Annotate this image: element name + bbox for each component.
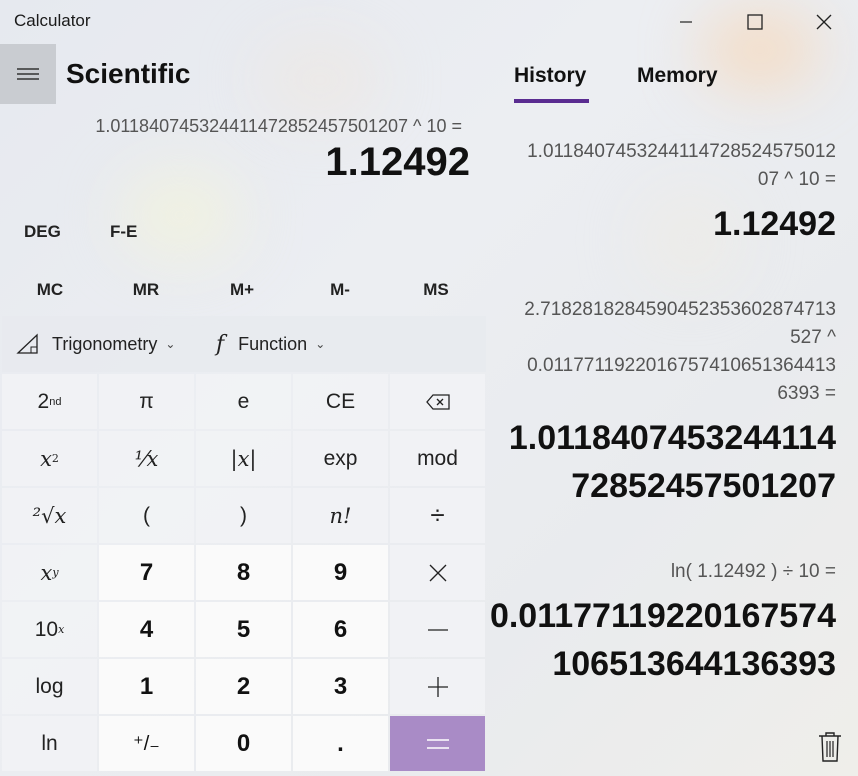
maximize-button[interactable]: [721, 0, 789, 44]
chevron-down-icon: ⌄: [315, 337, 326, 351]
digit-6-button[interactable]: 6: [293, 602, 388, 657]
history-expression-line: 07 ^ 10 =: [757, 169, 836, 190]
backspace-icon: [425, 393, 450, 410]
memory-add-button[interactable]: M+: [194, 266, 290, 314]
memory-clear-button[interactable]: MC: [2, 266, 98, 314]
digit-8-button[interactable]: 8: [196, 545, 291, 600]
digit-5-button[interactable]: 5: [196, 602, 291, 657]
history-expression-line: ln( 1.12492 ) ÷ 10 =: [670, 561, 836, 582]
ten-power-button[interactable]: 10 x: [2, 602, 97, 657]
history-result-line: 106513644136393: [552, 645, 836, 683]
digit-9-button[interactable]: 9: [293, 545, 388, 600]
history-result-line: 1.12492: [713, 205, 836, 243]
digit-1-button[interactable]: 1: [99, 659, 194, 714]
history-expression-line: 1.0118407453244114728524575012: [527, 141, 836, 162]
digit-7-button[interactable]: 7: [99, 545, 194, 600]
multiply-button[interactable]: [390, 545, 485, 600]
history-expression-line: 2.7182818284590452353602874713: [524, 299, 836, 320]
history-expression-line: 0.0117711922016757410651364413: [527, 355, 836, 376]
maximize-icon: [747, 14, 763, 30]
close-paren-button[interactable]: ): [196, 488, 291, 543]
result-display: 1.12492: [325, 140, 470, 184]
history-result-line: 1.0118407453244114: [508, 419, 836, 457]
function-dropdown[interactable]: f Function ⌄: [216, 316, 325, 372]
memory-subtract-button[interactable]: M-: [292, 266, 388, 314]
square-button[interactable]: x2: [2, 431, 97, 486]
add-button[interactable]: [390, 659, 485, 714]
expression-display: 1.0118407453244114728524575012​07 ^ 10 =: [95, 116, 462, 136]
triangle-icon: [16, 333, 38, 354]
plus-icon: [427, 676, 448, 697]
divide-button[interactable]: ÷: [390, 488, 485, 543]
close-icon: [816, 14, 832, 30]
backspace-button[interactable]: [390, 374, 485, 429]
open-paren-button[interactable]: (: [99, 488, 194, 543]
euler-button[interactable]: e: [196, 374, 291, 429]
hamburger-icon: [17, 68, 39, 80]
trigonometry-dropdown[interactable]: Trigonometry ⌄: [16, 316, 175, 372]
trigonometry-label: Trigonometry: [52, 333, 158, 354]
tab-memory[interactable]: Memory: [637, 64, 718, 88]
equals-button[interactable]: [390, 716, 485, 771]
exp-button[interactable]: exp: [293, 431, 388, 486]
title-bar: Calculator: [0, 0, 858, 44]
decimal-button[interactable]: .: [293, 716, 388, 771]
mod-button[interactable]: mod: [390, 431, 485, 486]
close-button[interactable]: [790, 0, 858, 44]
digit-2-button[interactable]: 2: [196, 659, 291, 714]
function-icon: f: [216, 331, 225, 357]
active-tab-indicator: [514, 99, 589, 103]
app-title: Calculator: [14, 11, 91, 30]
log-button[interactable]: log: [2, 659, 97, 714]
equals-icon: [426, 738, 449, 749]
digit-3-button[interactable]: 3: [293, 659, 388, 714]
navigation-menu-button[interactable]: [0, 44, 56, 104]
second-function-button[interactable]: 2nd: [2, 374, 97, 429]
fe-button[interactable]: F-E: [110, 222, 137, 242]
clear-entry-button[interactable]: CE: [293, 374, 388, 429]
digit-0-button[interactable]: 0: [196, 716, 291, 771]
power-button[interactable]: xy: [2, 545, 97, 600]
memory-recall-button[interactable]: MR: [98, 266, 194, 314]
minimize-button[interactable]: [652, 0, 720, 44]
history-result-line: 0.0117711922016757​4: [489, 597, 836, 635]
tab-history[interactable]: History: [514, 64, 586, 88]
function-bar: Trigonometry ⌄ f Function ⌄: [2, 316, 486, 372]
memory-store-button[interactable]: MS: [388, 266, 484, 314]
function-label: Function: [238, 333, 308, 354]
mode-title: Scientific: [66, 58, 191, 89]
history-expression-line: 527 ^: [790, 327, 836, 348]
ln-button[interactable]: ln: [2, 716, 97, 771]
absolute-value-button[interactable]: |x|: [196, 431, 291, 486]
history-expression-line: 6393 =: [777, 383, 836, 404]
trash-icon: [819, 732, 841, 762]
clear-history-button[interactable]: [817, 731, 843, 763]
reciprocal-button[interactable]: ⅟x: [99, 431, 194, 486]
square-root-button[interactable]: ²√x: [2, 488, 97, 543]
subtract-button[interactable]: [390, 602, 485, 657]
chevron-down-icon: ⌄: [165, 337, 176, 351]
digit-4-button[interactable]: 4: [99, 602, 194, 657]
minimize-icon: [680, 21, 692, 23]
pi-button[interactable]: π: [99, 374, 194, 429]
factorial-button[interactable]: n!: [293, 488, 388, 543]
multiply-icon: [429, 564, 446, 581]
minus-icon: [427, 628, 448, 631]
negate-button[interactable]: ⁺/₋: [99, 716, 194, 771]
angle-unit-button[interactable]: DEG: [24, 222, 61, 242]
history-result-line: 72852457501207: [571, 467, 836, 505]
